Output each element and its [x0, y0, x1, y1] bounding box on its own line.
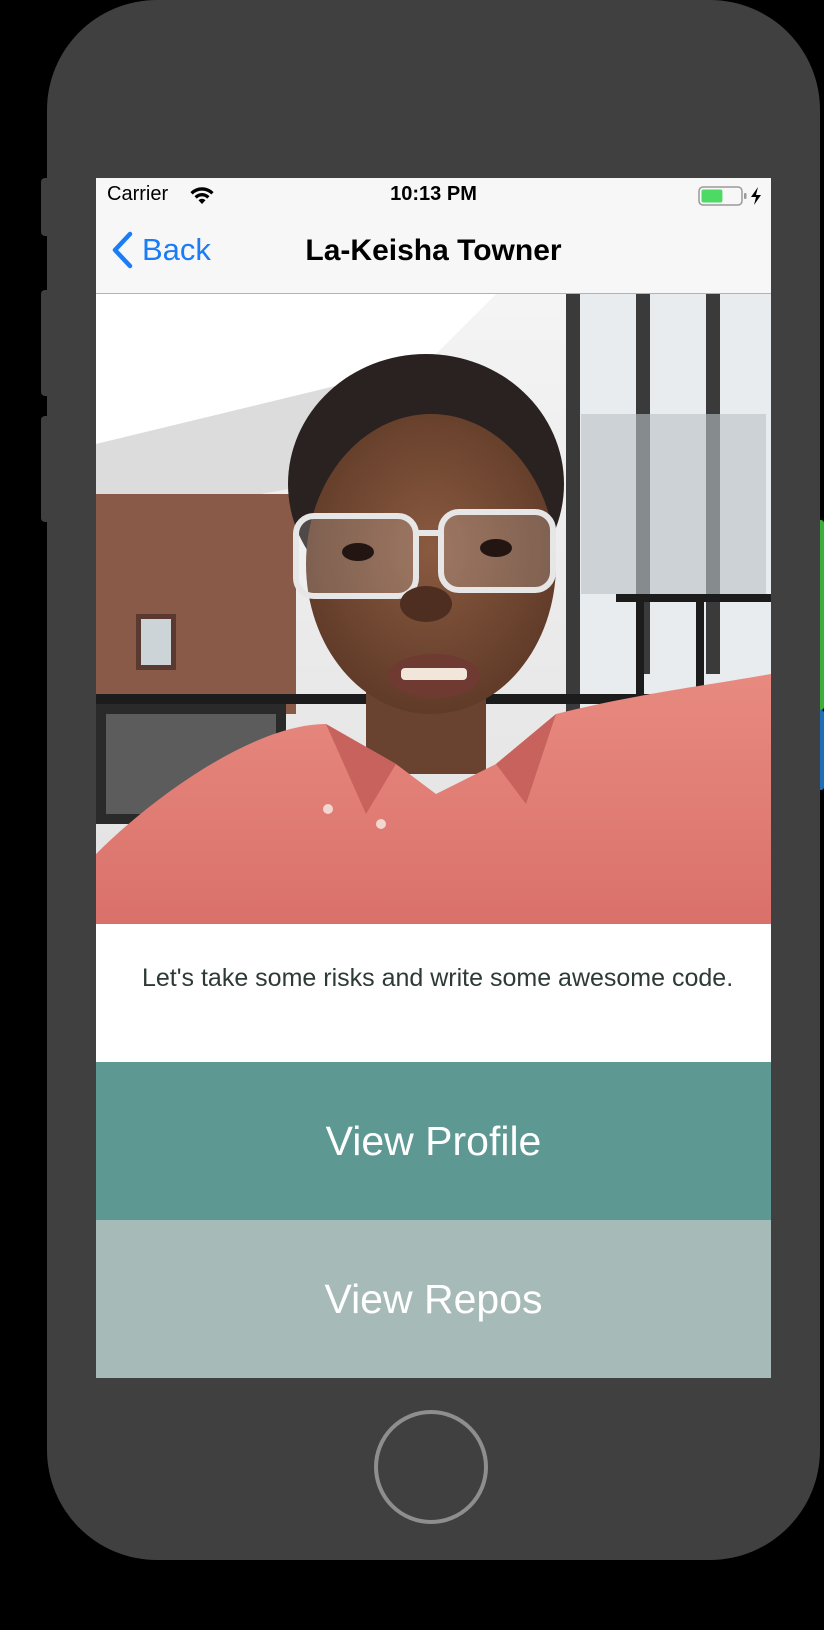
view-profile-button[interactable]: View Profile: [96, 1062, 771, 1220]
view-repos-label: View Repos: [324, 1275, 543, 1322]
simulator-stage: Carrier 10:13 PM Back La-Keisha Towner L…: [0, 0, 824, 1630]
bio-text: Let's take some risks and write some awe…: [142, 964, 734, 992]
view-repos-button[interactable]: View Repos: [96, 1220, 771, 1378]
app-screen: Carrier 10:13 PM Back La-Keisha Towner L…: [96, 178, 771, 1378]
status-bar: Carrier 10:13 PM: [96, 178, 771, 214]
home-button[interactable]: [374, 1410, 488, 1524]
navigation-bar: Back La-Keisha Towner: [96, 214, 771, 294]
avatar-photo: [96, 294, 771, 924]
view-profile-label: View Profile: [325, 1117, 542, 1164]
battery-charging-icon: [698, 185, 764, 207]
page-title: La-Keisha Towner: [305, 234, 562, 267]
clock: 10:13 PM: [390, 183, 477, 205]
